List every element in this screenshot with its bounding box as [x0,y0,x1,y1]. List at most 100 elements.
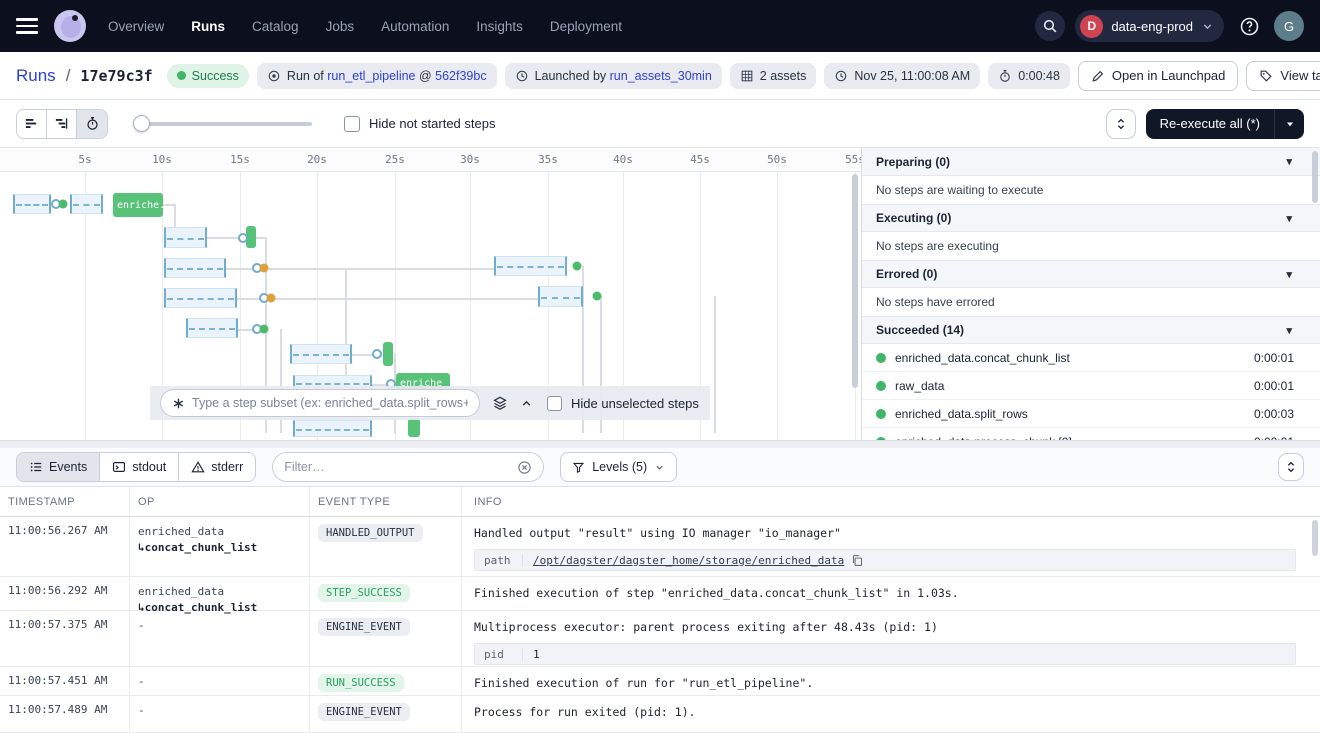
log-info: Finished execution of run for "run_etl_p… [462,667,1320,695]
target-icon [267,69,281,83]
gantt-waiting-box[interactable] [186,318,238,338]
gantt-marker-dot-ring [372,349,382,359]
levels-dropdown[interactable]: Levels (5) [560,452,677,482]
nav-link-automation[interactable]: Automation [381,19,449,34]
tab-events[interactable]: Events [17,453,100,481]
view-tags-and-config-button[interactable]: View tags and config [1246,61,1320,91]
log-op-step: ↳concat_chunk_list [138,541,257,554]
view-mode-waterfall[interactable] [47,110,77,138]
log-scrollbar[interactable] [1312,520,1318,556]
gantt-waiting-box[interactable] [164,258,226,278]
gantt-waiting-box[interactable] [494,256,567,276]
pencil-icon [1091,69,1105,83]
reexecute-label: Re-execute all (*) [1146,116,1274,131]
gantt-connector-line [268,268,494,270]
user-avatar[interactable]: G [1274,11,1304,41]
step-duration: 0:00:03 [1254,407,1294,421]
gantt-step-bar[interactable]: enriche. [113,193,163,217]
hide-not-started-toggle[interactable]: Hide not started steps [344,116,495,132]
steps-section-header[interactable]: Executing (0)▾ [862,204,1320,232]
nav-link-jobs[interactable]: Jobs [326,19,355,34]
step-row[interactable]: raw_data0:00:01 [862,372,1320,400]
waterfall-view-icon [54,116,69,131]
sort-icon [1114,117,1128,131]
log-filter-input[interactable] [284,460,511,474]
chevron-up-icon[interactable] [520,397,533,410]
log-row: 11:00:57.451 AM-RUN_SUCCESSFinished exec… [0,667,1320,696]
gantt-waiting-box[interactable] [164,227,207,248]
gantt-gridline [777,172,778,440]
run-tag-pills: Run of run_etl_pipeline @ 562f39bcLaunch… [257,63,1070,89]
view-mode-flat[interactable] [17,110,47,138]
nav-link-overview[interactable]: Overview [108,19,164,34]
hide-unselected-checkbox[interactable] [547,396,562,411]
tag-link[interactable]: run_etl_pipeline [327,69,415,83]
log-column-header: TIMESTAMP [0,487,130,516]
layers-icon[interactable] [492,395,508,411]
nav-link-deployment[interactable]: Deployment [550,19,622,34]
step-row[interactable]: enriched_data.concat_chunk_list0:00:01 [862,344,1320,372]
terminal-icon [112,460,126,474]
gantt-step-bar[interactable] [408,418,420,437]
dagster-logo[interactable] [54,10,86,42]
reexecute-caret[interactable] [1274,109,1304,139]
clear-filter-icon[interactable] [517,460,532,475]
metadata-key: path [475,554,523,567]
hide-not-started-checkbox[interactable] [344,116,360,132]
gantt-waiting-box[interactable] [164,288,237,308]
hide-unselected-label: Hide unselected steps [571,396,699,411]
workspace-switcher[interactable]: D data-eng-prod [1075,10,1224,42]
help-button[interactable] [1234,11,1264,41]
search-button[interactable] [1035,11,1065,41]
nav-link-catalog[interactable]: Catalog [252,19,299,34]
panel-scrollbar[interactable] [1312,151,1318,203]
tag-icon [1259,69,1273,83]
gantt-zoom-slider[interactable] [136,122,312,126]
gantt-waiting-box[interactable] [70,194,103,214]
nav-link-insights[interactable]: Insights [476,19,523,34]
log-row: 11:00:56.292 AMenriched_data↳concat_chun… [0,577,1320,611]
open-in-launchpad-button[interactable]: Open in Launchpad [1078,61,1238,91]
gantt-waiting-box[interactable] [290,344,352,364]
gantt-step-bar[interactable] [383,342,393,366]
tag-link[interactable]: 562f39bc [435,69,486,83]
hamburger-menu-icon[interactable] [16,18,38,34]
log-op: - [130,611,310,666]
breadcrumb-runs-link[interactable]: Runs [16,66,56,86]
log-table-header: TIMESTAMPOPEVENT TYPEINFO [0,487,1320,517]
workspace-name: data-eng-prod [1111,19,1193,34]
log-row: 11:00:56.267 AMenriched_data↳concat_chun… [0,517,1320,577]
steps-section-header[interactable]: Succeeded (14)▾ [862,316,1320,344]
gantt-waiting-box[interactable] [538,286,583,307]
expand-collapse-button[interactable] [1106,109,1136,139]
copy-icon[interactable] [851,554,864,567]
gantt-scrollbar[interactable] [852,174,858,388]
step-row[interactable]: enriched_data.split_rows0:00:03 [862,400,1320,428]
tag-link[interactable]: run_assets_30min [610,69,712,83]
tab-stderr[interactable]: stderr [179,453,255,481]
metadata-path-link[interactable]: /opt/dagster/dagster_home/storage/enrich… [533,554,844,567]
tab-stdout[interactable]: stdout [100,453,179,481]
log-op-name: - [138,619,145,632]
run-header: Runs / 17e79c3f Success Run of run_etl_p… [0,52,1320,100]
tag-segment: Nov 25, 11:00:08 AM [854,69,970,83]
gantt-axis-tick: 20s [307,153,327,166]
run-tag-pill: 2 assets [730,63,817,89]
log-timestamp: 11:00:57.489 AM [0,696,130,732]
step-row[interactable]: enriched_data.process_chunk [0]0:00:01 [862,428,1320,441]
view-mode-timed[interactable] [77,110,107,138]
gantt-waiting-box[interactable] [13,194,51,214]
nav-link-runs[interactable]: Runs [191,19,225,34]
step-subset-input[interactable] [192,396,468,410]
steps-section-header[interactable]: Preparing (0)▾ [862,148,1320,176]
stopwatch-icon [998,69,1012,83]
gantt-waiting-box[interactable] [293,420,372,437]
button-label: Open in Launchpad [1112,68,1225,83]
hide-unselected-toggle[interactable]: Hide unselected steps [547,396,699,411]
log-scroll-button[interactable] [1278,453,1304,481]
log-info: Multiprocess executor: parent process ex… [462,611,1320,666]
steps-section-header[interactable]: Errored (0)▾ [862,260,1320,288]
main-nav-links: Overview Runs Catalog Jobs Automation Insight… [108,19,622,34]
slider-knob[interactable] [133,115,150,132]
reexecute-button[interactable]: Re-execute all (*) [1146,109,1304,139]
